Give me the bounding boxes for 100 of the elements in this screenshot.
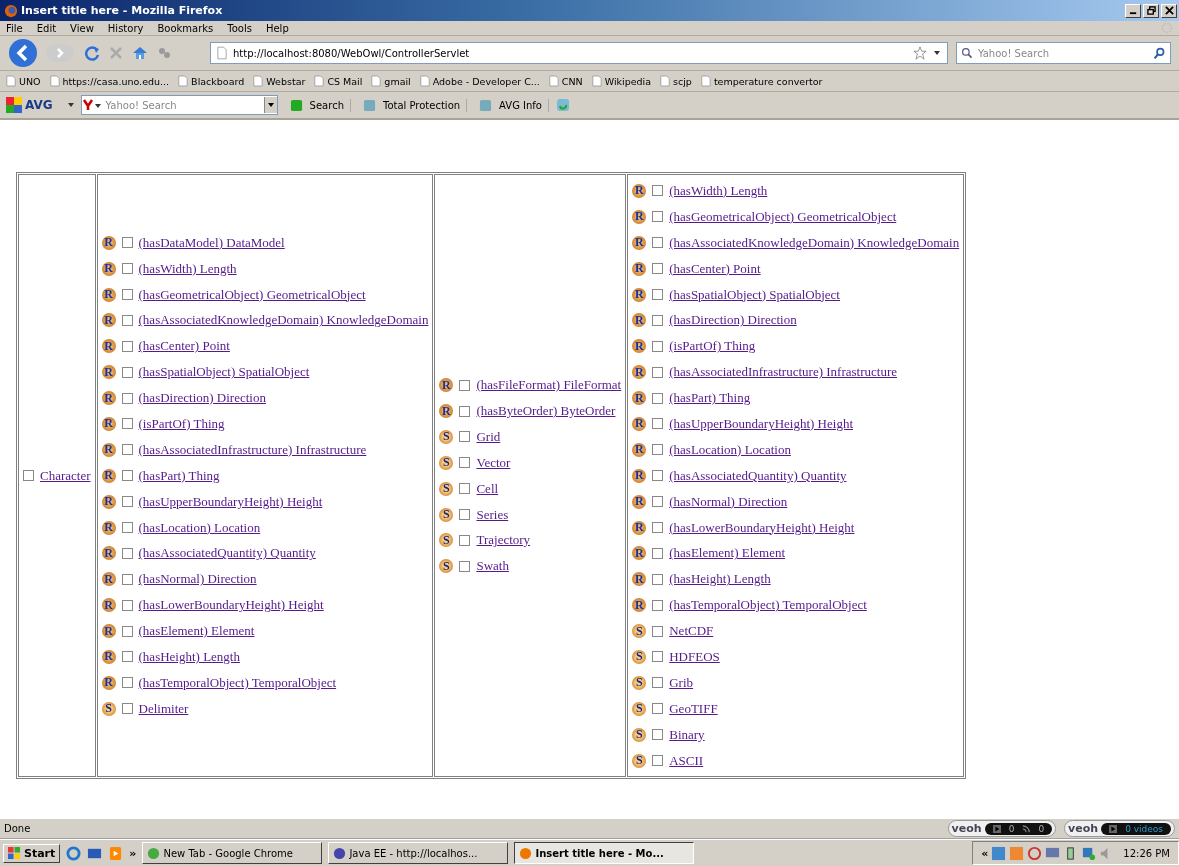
property-link[interactable]: (hasGeometricalObject) GeometricalObject xyxy=(138,286,366,303)
checkbox[interactable] xyxy=(459,534,471,546)
property-link[interactable]: Character xyxy=(40,467,91,484)
checkbox[interactable] xyxy=(459,509,471,521)
minimize-button[interactable] xyxy=(1125,3,1141,18)
checkbox[interactable] xyxy=(652,651,664,663)
property-link[interactable]: (hasUpperBoundaryHeight) Height xyxy=(669,415,853,432)
close-button[interactable] xyxy=(1161,3,1177,18)
taskbar-item[interactable]: Insert title here - Mo... xyxy=(514,842,695,864)
checkbox[interactable] xyxy=(121,677,133,689)
checkbox[interactable] xyxy=(459,457,471,469)
bookmark-item[interactable]: scjp xyxy=(660,75,692,87)
media-icon[interactable] xyxy=(108,845,124,861)
property-link[interactable]: (hasUpperBoundaryHeight) Height xyxy=(138,493,323,510)
property-link[interactable]: Swath xyxy=(476,558,509,575)
checkbox[interactable] xyxy=(121,522,133,533)
dropdown-button[interactable] xyxy=(263,97,277,113)
bookmark-item[interactable]: CNN xyxy=(548,75,583,87)
more-button[interactable]: » xyxy=(129,846,137,860)
checkbox[interactable] xyxy=(652,755,664,767)
bookmark-item[interactable]: CS Mail xyxy=(314,75,363,87)
checkbox[interactable] xyxy=(459,431,471,443)
checkbox[interactable] xyxy=(652,392,664,404)
checkbox[interactable] xyxy=(121,289,133,300)
checkbox[interactable] xyxy=(652,729,664,741)
property-link[interactable]: Binary xyxy=(669,726,705,743)
property-link[interactable]: NetCDF xyxy=(669,623,714,640)
menu-item[interactable]: History xyxy=(107,22,144,34)
reload-icon[interactable] xyxy=(84,45,100,61)
checkbox[interactable] xyxy=(23,470,34,482)
checkbox[interactable] xyxy=(459,379,471,391)
property-link[interactable]: (isPartOf) Thing xyxy=(669,338,756,355)
property-link[interactable]: (hasLowerBoundaryHeight) Height xyxy=(138,597,324,614)
property-link[interactable]: (hasSpatialObject) SpatialObject xyxy=(669,286,840,303)
checkbox[interactable] xyxy=(652,366,664,378)
veoh-widget[interactable]: veoh 0 0 xyxy=(947,820,1057,837)
address-field[interactable]: http://localhost:8080/WebOwl/ControllerServlet xyxy=(210,42,948,64)
menu-item[interactable]: View xyxy=(70,22,94,34)
checkbox[interactable] xyxy=(652,625,664,637)
bookmark-item[interactable]: temperature convertor xyxy=(700,75,823,87)
checkbox[interactable] xyxy=(652,599,664,611)
checkbox[interactable] xyxy=(652,289,664,300)
property-link[interactable]: (hasLocation) Location xyxy=(669,441,791,458)
property-link[interactable]: (hasLocation) Location xyxy=(138,519,261,536)
bookmark-item[interactable]: Blackboard xyxy=(178,75,245,87)
network-icon[interactable] xyxy=(1081,845,1097,861)
taskbar-item[interactable]: Java EE - http://localhos... xyxy=(328,842,509,864)
property-link[interactable]: (hasLowerBoundaryHeight) Height xyxy=(669,519,855,536)
property-link[interactable]: ASCII xyxy=(669,752,704,769)
checkbox[interactable] xyxy=(121,392,133,404)
menu-item[interactable]: Bookmarks xyxy=(157,22,214,34)
property-link[interactable]: (hasSpatialObject) SpatialObject xyxy=(138,364,310,381)
checkbox[interactable] xyxy=(459,483,471,495)
property-link[interactable]: (hasHeight) Length xyxy=(138,648,240,665)
property-link[interactable]: Grib xyxy=(669,674,694,691)
checkbox[interactable] xyxy=(121,444,133,456)
bookmark-item[interactable]: Wikipedia xyxy=(591,75,652,87)
property-link[interactable]: (hasDirection) Direction xyxy=(138,390,266,407)
checkbox[interactable] xyxy=(121,573,133,585)
toolbar-button[interactable]: Total Protection xyxy=(356,98,468,112)
checkbox[interactable] xyxy=(121,366,133,378)
checkbox[interactable] xyxy=(121,547,133,559)
toolbar-button[interactable]: Search xyxy=(283,98,351,112)
checkbox[interactable] xyxy=(652,444,664,456)
property-link[interactable]: Grid xyxy=(476,428,501,445)
toolbar-button[interactable]: AVG Info xyxy=(473,98,549,112)
property-link[interactable]: Trajectory xyxy=(476,532,531,549)
checkbox[interactable] xyxy=(121,625,133,637)
checkbox[interactable] xyxy=(121,703,133,715)
property-link[interactable]: (hasDataModel) DataModel xyxy=(138,234,285,251)
menu-item[interactable]: File xyxy=(6,22,23,34)
property-link[interactable]: (hasCenter) Point xyxy=(669,260,761,277)
checkbox[interactable] xyxy=(652,470,664,482)
expand-button[interactable]: « xyxy=(981,846,989,860)
checkbox[interactable] xyxy=(652,211,664,223)
taskbar-item[interactable]: New Tab - Google Chrome xyxy=(142,842,323,864)
bookmark-item[interactable]: UNO xyxy=(6,75,41,87)
checkbox[interactable] xyxy=(121,470,133,482)
back-button[interactable] xyxy=(8,38,38,68)
caret-icon[interactable] xyxy=(933,50,941,56)
property-link[interactable]: Series xyxy=(476,506,509,523)
avg-logo[interactable]: AVG xyxy=(6,97,53,113)
checkbox[interactable] xyxy=(121,418,133,430)
checkbox[interactable] xyxy=(652,340,664,352)
checkbox[interactable] xyxy=(652,522,664,533)
menu-item[interactable]: Help xyxy=(265,22,289,34)
bookmark-item[interactable]: Webstar xyxy=(253,75,306,87)
browser-icon[interactable] xyxy=(66,845,82,861)
checkbox[interactable] xyxy=(459,405,471,417)
checkbox[interactable] xyxy=(652,496,664,508)
property-link[interactable]: (hasTemporalObject) TemporalObject xyxy=(138,674,337,691)
checkbox[interactable] xyxy=(652,547,664,559)
property-link[interactable]: (hasPart) Thing xyxy=(669,390,751,407)
property-link[interactable]: (hasNormal) Direction xyxy=(138,571,257,588)
tray-icon[interactable] xyxy=(991,845,1007,861)
property-link[interactable]: (hasElement) Element xyxy=(669,545,786,562)
property-link[interactable]: (hasNormal) Direction xyxy=(669,493,788,510)
checkbox[interactable] xyxy=(121,496,133,508)
search-field[interactable]: Yahoo! Search xyxy=(956,42,1171,64)
property-link[interactable]: (hasAssociatedKnowledgeDomain) KnowledgeDomain xyxy=(138,312,429,329)
